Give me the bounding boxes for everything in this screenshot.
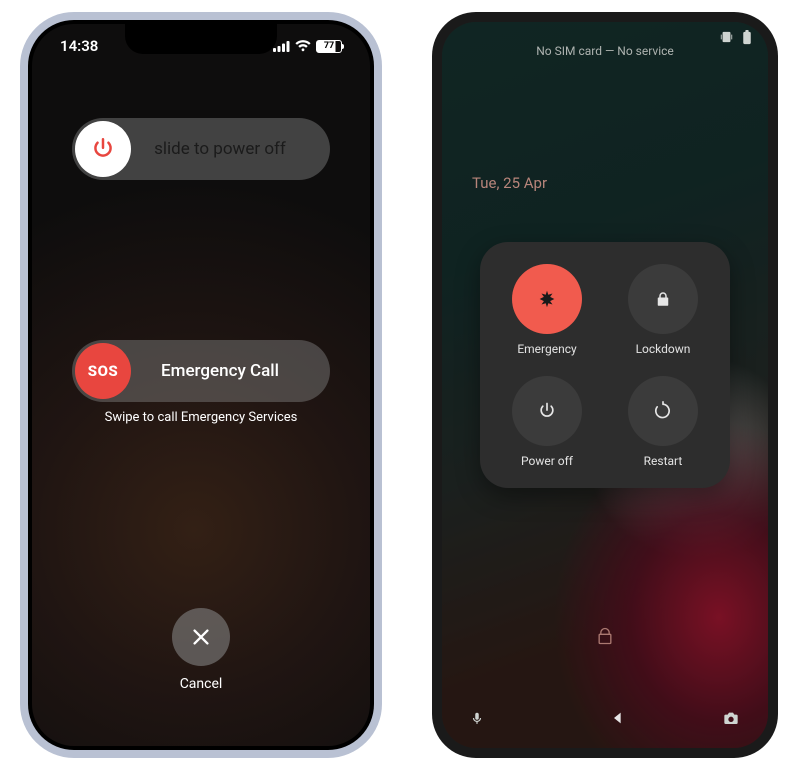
power-icon (90, 136, 116, 162)
mic-icon[interactable] (470, 709, 484, 727)
android-frame: No SIM card — No service Tue, 25 Apr Eme… (432, 12, 778, 758)
power-off-circle (512, 376, 582, 446)
emergency-hint: Swipe to call Emergency Services (32, 410, 370, 425)
emergency-circle (512, 264, 582, 334)
cancel-label: Cancel (180, 676, 223, 692)
power-off-label: slide to power off (134, 139, 330, 159)
emergency-button[interactable]: Emergency (498, 264, 596, 356)
battery-icon: 77 (316, 40, 342, 53)
android-status-icons (719, 30, 752, 45)
android-navbar (442, 700, 768, 736)
lockdown-label: Lockdown (636, 342, 691, 356)
restart-button[interactable]: Restart (614, 376, 712, 468)
iphone-notch (125, 24, 277, 54)
power-off-knob[interactable] (75, 121, 131, 177)
emergency-label: Emergency (517, 342, 576, 356)
restart-circle (628, 376, 698, 446)
back-nav-icon[interactable] (610, 710, 626, 726)
close-icon (190, 626, 212, 648)
power-icon (537, 401, 557, 421)
power-off-slider[interactable]: slide to power off (72, 118, 330, 180)
power-off-label: Power off (521, 454, 573, 468)
iphone-frame: 14:38 77 (20, 12, 382, 758)
vibrate-icon (719, 30, 734, 45)
ios-status-right: 77 (273, 40, 342, 53)
lockdown-circle (628, 264, 698, 334)
battery-icon (742, 30, 752, 45)
emergency-icon (536, 288, 558, 310)
sos-knob-text: SOS (88, 362, 118, 380)
lock-screen-date: Tue, 25 Apr (472, 174, 547, 192)
lockdown-button[interactable]: Lockdown (614, 264, 712, 356)
restart-icon (653, 401, 673, 421)
restart-label: Restart (644, 454, 683, 468)
battery-percent: 77 (324, 41, 334, 51)
power-menu: Emergency Lockdown Power off (480, 242, 730, 488)
cancel-button[interactable] (172, 608, 230, 666)
sos-knob[interactable]: SOS (75, 343, 131, 399)
iphone-bezel: 14:38 77 (28, 20, 374, 750)
lock-hint-icon (442, 626, 768, 646)
emergency-call-label: Emergency Call (134, 361, 330, 381)
emergency-sos-slider[interactable]: SOS Emergency Call (72, 340, 330, 402)
android-status-text: No SIM card — No service (442, 44, 768, 58)
camera-icon[interactable] (722, 710, 740, 726)
lock-icon (654, 290, 672, 308)
android-screen: No SIM card — No service Tue, 25 Apr Eme… (442, 22, 768, 748)
ios-clock: 14:38 (60, 37, 98, 55)
iphone-screen: 14:38 77 (32, 24, 370, 746)
cancel-group: Cancel (32, 608, 370, 692)
power-off-button[interactable]: Power off (498, 376, 596, 468)
wifi-icon (295, 40, 311, 52)
